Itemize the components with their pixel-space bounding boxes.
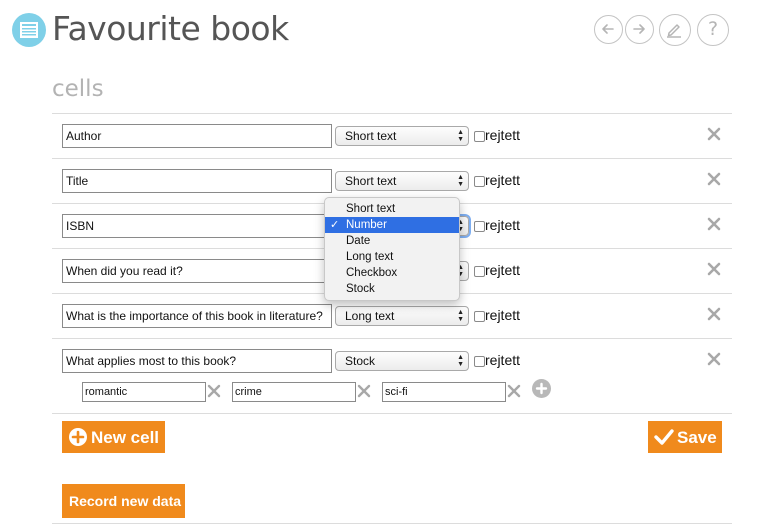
hidden-label: rejtett: [485, 352, 521, 368]
plus-circle-icon: [69, 428, 87, 446]
hidden-label: rejtett: [485, 262, 521, 278]
app-icon: [12, 13, 46, 47]
hidden-label: rejtett: [485, 307, 521, 323]
help-button[interactable]: ?: [697, 14, 729, 46]
dropdown-option-short-text[interactable]: Short text: [325, 201, 459, 217]
hidden-checkbox[interactable]: [474, 131, 485, 142]
cell-type-value: Short text: [345, 174, 397, 188]
dropdown-option-number[interactable]: ✓ Number: [325, 217, 459, 233]
cell-name-input[interactable]: [62, 214, 332, 238]
hidden-label: rejtett: [485, 172, 521, 188]
select-arrows-icon: ▲ ▼: [457, 309, 464, 323]
divider: [52, 523, 732, 524]
back-button[interactable]: [594, 15, 623, 44]
select-arrows-icon: ▲ ▼: [457, 354, 464, 368]
cell-type-select[interactable]: Short text ▲ ▼: [335, 171, 469, 191]
delete-option-icon[interactable]: [357, 384, 371, 398]
section-heading: cells: [52, 76, 104, 102]
edit-icon: [667, 24, 681, 38]
add-option-button[interactable]: [532, 379, 551, 398]
cell-type-select[interactable]: Long text ▲ ▼: [335, 306, 469, 326]
dropdown-option-checkbox[interactable]: Checkbox: [325, 265, 459, 281]
dropdown-option-date[interactable]: Date: [325, 233, 459, 249]
record-new-data-button[interactable]: Record new data: [62, 484, 185, 518]
cell-name-input[interactable]: [62, 169, 332, 193]
stock-option-input[interactable]: [382, 382, 506, 402]
hidden-label: rejtett: [485, 127, 521, 143]
cell-name-input[interactable]: [62, 349, 332, 373]
delete-cell-icon[interactable]: [707, 262, 721, 276]
cell-type-select[interactable]: Short text ▲ ▼: [335, 126, 469, 146]
arrow-left-icon: [602, 24, 614, 34]
dropdown-option-stock[interactable]: Stock: [325, 281, 459, 297]
cell-name-input[interactable]: [62, 304, 332, 328]
cell-row: Short text ▲▼ rejtett: [52, 113, 732, 158]
delete-cell-icon[interactable]: [707, 352, 721, 366]
delete-cell-icon[interactable]: [707, 307, 721, 321]
help-icon: ?: [707, 18, 719, 40]
hidden-checkbox[interactable]: [474, 266, 485, 277]
delete-cell-icon[interactable]: [707, 217, 721, 231]
hidden-checkbox[interactable]: [474, 311, 485, 322]
save-label: Save: [677, 428, 717, 447]
select-arrows-icon: ▲ ▼: [457, 129, 464, 143]
select-arrows-icon: ▲ ▼: [457, 174, 464, 188]
delete-cell-icon[interactable]: [707, 172, 721, 186]
hidden-checkbox[interactable]: [474, 221, 485, 232]
record-new-data-label: Record new data: [69, 493, 182, 509]
cell-name-input[interactable]: [62, 259, 332, 283]
delete-option-icon[interactable]: [207, 384, 221, 398]
cell-type-select[interactable]: Stock ▲ ▼: [335, 351, 469, 371]
forward-button[interactable]: [625, 15, 654, 44]
cell-type-value: Short text: [345, 129, 397, 143]
stock-option-input[interactable]: [232, 382, 356, 402]
page-title: Favourite book: [52, 9, 289, 48]
divider: [52, 413, 732, 414]
cell-type-value: Long text: [345, 309, 395, 323]
delete-option-icon[interactable]: [507, 384, 521, 398]
cell-type-value: Stock: [345, 354, 376, 368]
hidden-label: rejtett: [485, 217, 521, 233]
plus-icon: [535, 382, 548, 395]
delete-cell-icon[interactable]: [707, 127, 721, 141]
checkmark-icon: [654, 429, 674, 445]
table-form-icon: [20, 22, 38, 38]
new-cell-button[interactable]: New cell: [62, 421, 165, 453]
edit-button[interactable]: [659, 14, 691, 46]
dropdown-option-long-text[interactable]: Long text: [325, 249, 459, 265]
new-cell-label: New cell: [91, 428, 160, 447]
save-button[interactable]: Save: [648, 421, 722, 453]
hidden-checkbox[interactable]: [474, 176, 485, 187]
cell-name-input[interactable]: [62, 124, 332, 148]
check-icon: ✓: [330, 219, 340, 231]
cell-row: Stock ▲▼ rejtett: [52, 338, 732, 383]
hidden-checkbox[interactable]: [474, 356, 485, 367]
stock-option-input[interactable]: [82, 382, 206, 402]
arrow-right-icon: [633, 24, 645, 34]
cell-type-dropdown: Short text ✓ Number Date Long text Check…: [324, 197, 460, 301]
